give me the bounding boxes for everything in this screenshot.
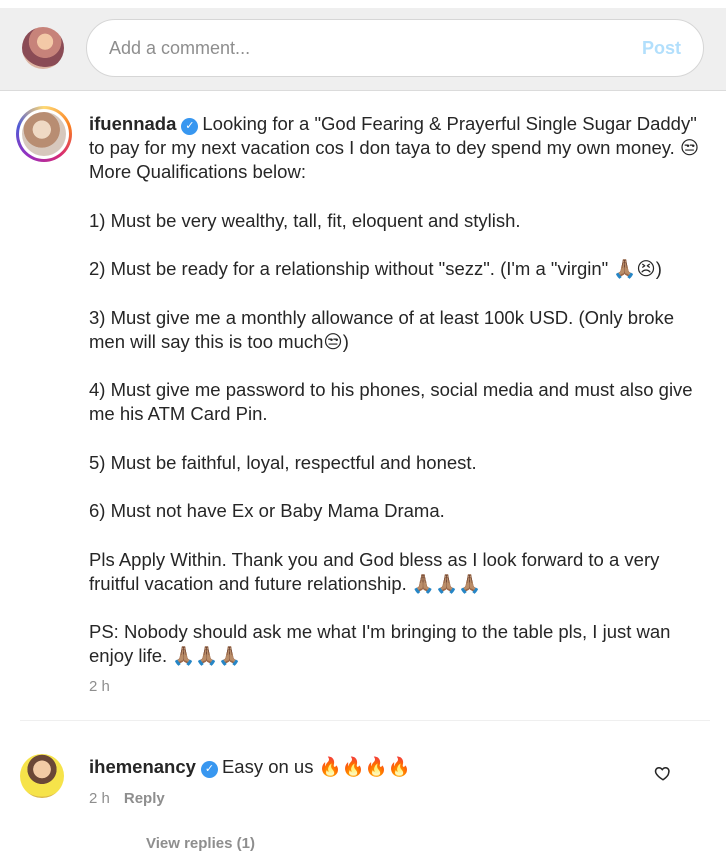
post-username[interactable]: ifuennada bbox=[89, 113, 176, 134]
current-user-avatar bbox=[22, 27, 64, 69]
view-replies-button[interactable]: View replies (1) bbox=[146, 835, 255, 852]
comment-composer-bar: Add a comment... Post bbox=[0, 8, 726, 91]
heart-icon[interactable] bbox=[654, 764, 672, 782]
reply-username[interactable]: ihemenancy bbox=[89, 756, 196, 777]
caption-paragraph-7: 6) Must not have Ex or Baby Mama Drama. bbox=[89, 500, 445, 522]
caption-paragraph-2: 1) Must be very wealthy, tall, fit, eloq… bbox=[89, 209, 521, 231]
reply-line: ihemenancy ✓ Easy on us 🔥🔥🔥🔥 bbox=[89, 755, 411, 779]
post-timestamp[interactable]: 2 h bbox=[89, 678, 110, 695]
caption-paragraph-4: 3) Must give me a monthly allowance of a… bbox=[89, 306, 675, 352]
reply-text: Easy on us 🔥🔥🔥🔥 bbox=[221, 756, 411, 777]
comment-input-box[interactable]: Add a comment... Post bbox=[86, 19, 704, 77]
post-caption: ifuennada ✓ Looking for a "God Fearing & P… bbox=[89, 112, 704, 693]
caption-paragraph-9: PS: Nobody should ask me what I'm bringi… bbox=[89, 621, 671, 667]
caption-paragraph-6: 5) Must be faithful, loyal, respectful a… bbox=[89, 451, 477, 473]
avatar bbox=[22, 112, 66, 156]
caption-paragraph-3: 2) Must be ready for a relationship with… bbox=[89, 258, 662, 280]
caption-paragraph-8: Pls Apply Within. Thank you and God bles… bbox=[89, 548, 660, 594]
divider bbox=[20, 720, 710, 721]
verified-badge-icon: ✓ bbox=[181, 118, 199, 135]
caption-paragraph-5: 4) Must give me password to his phones, … bbox=[89, 379, 693, 425]
verified-badge-icon: ✓ bbox=[200, 761, 218, 778]
caption-paragraph-1: ifuennada ✓ Looking for a "God Fearing & P… bbox=[89, 113, 700, 183]
reply-timestamp[interactable]: 2 h bbox=[89, 790, 110, 807]
reply-button[interactable]: Reply bbox=[124, 790, 165, 807]
reply-avatar[interactable] bbox=[20, 754, 64, 798]
story-ring-avatar[interactable] bbox=[16, 106, 72, 162]
avatar-border bbox=[19, 109, 69, 159]
reply-comment: ihemenancy ✓ Easy on us 🔥🔥🔥🔥 2 h Reply bbox=[0, 752, 726, 842]
reply-meta: 2 h Reply bbox=[89, 790, 165, 807]
comment-input[interactable]: Add a comment... bbox=[109, 38, 250, 59]
post-button[interactable]: Post bbox=[642, 38, 681, 59]
